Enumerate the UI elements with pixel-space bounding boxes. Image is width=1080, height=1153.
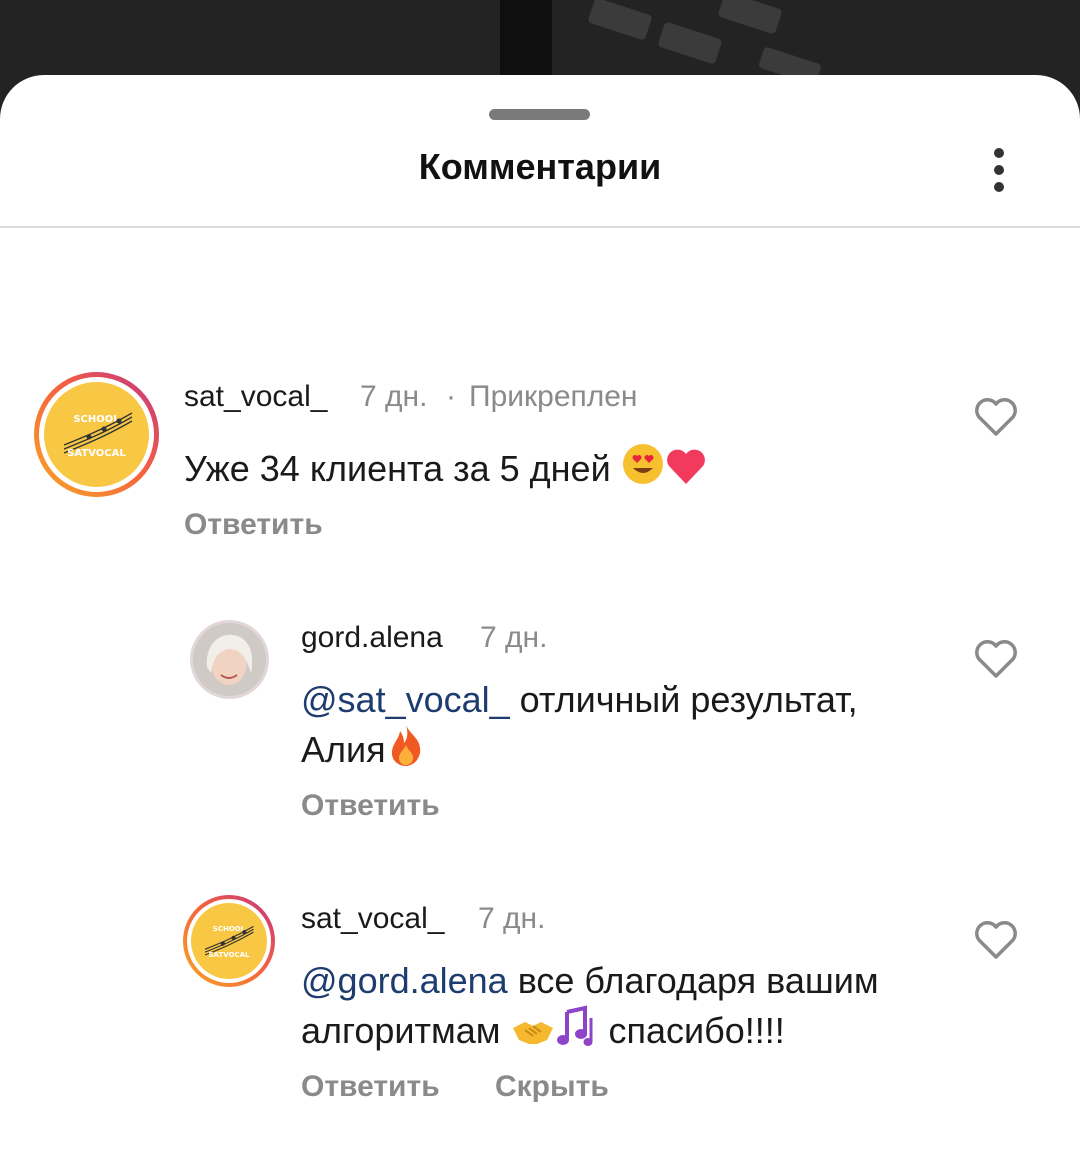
comment-username[interactable]: gord.alena [301, 621, 443, 655]
reply-button[interactable]: Ответить [184, 508, 323, 542]
like-heart-icon[interactable] [973, 919, 1019, 961]
school-logo: SCHOOL SATVOCAL [191, 903, 267, 979]
avatar[interactable]: SCHOOL SATVOCAL [183, 895, 275, 987]
heart-eyes-emoji [621, 442, 665, 497]
comment-age: 7 дн. [478, 902, 546, 935]
pinned-label: Прикреплен [469, 380, 638, 413]
avatar[interactable]: SCHOOL SATVOCAL [34, 372, 159, 497]
comment-username[interactable]: sat_vocal_ [184, 380, 327, 414]
drag-handle[interactable] [489, 109, 590, 120]
mention-link[interactable]: @sat_vocal_ [301, 679, 510, 720]
comment-text: @sat_vocal_ отличный результат, Алия [301, 677, 941, 778]
header-divider [0, 226, 1080, 228]
fire-emoji [386, 723, 426, 778]
reply-button[interactable]: Ответить [301, 789, 440, 823]
comment-text: Уже 34 клиента за 5 дней [184, 442, 707, 497]
reply-button[interactable]: Ответить [301, 1070, 440, 1104]
like-heart-icon[interactable] [973, 638, 1019, 680]
mention-link[interactable]: @gord.alena [301, 960, 508, 1001]
handshake-emoji [511, 1013, 555, 1059]
comment-age: 7 дн. [360, 380, 428, 413]
heart-emoji [665, 446, 707, 497]
comment-text: @gord.alena все благодаря вашим алгоритм… [301, 958, 961, 1059]
sheet-title: Комментарии [418, 146, 662, 187]
user-photo [193, 623, 266, 696]
comment-age: 7 дн. [480, 621, 548, 654]
musical-notes-emoji [555, 1004, 599, 1059]
more-vertical-icon[interactable] [970, 140, 1030, 200]
hide-button[interactable]: Скрыть [495, 1070, 609, 1104]
meta-separator: · [446, 380, 456, 413]
school-logo: SCHOOL SATVOCAL [44, 382, 149, 487]
comment-username[interactable]: sat_vocal_ [301, 902, 444, 936]
like-heart-icon[interactable] [973, 396, 1019, 438]
avatar[interactable] [190, 620, 269, 699]
